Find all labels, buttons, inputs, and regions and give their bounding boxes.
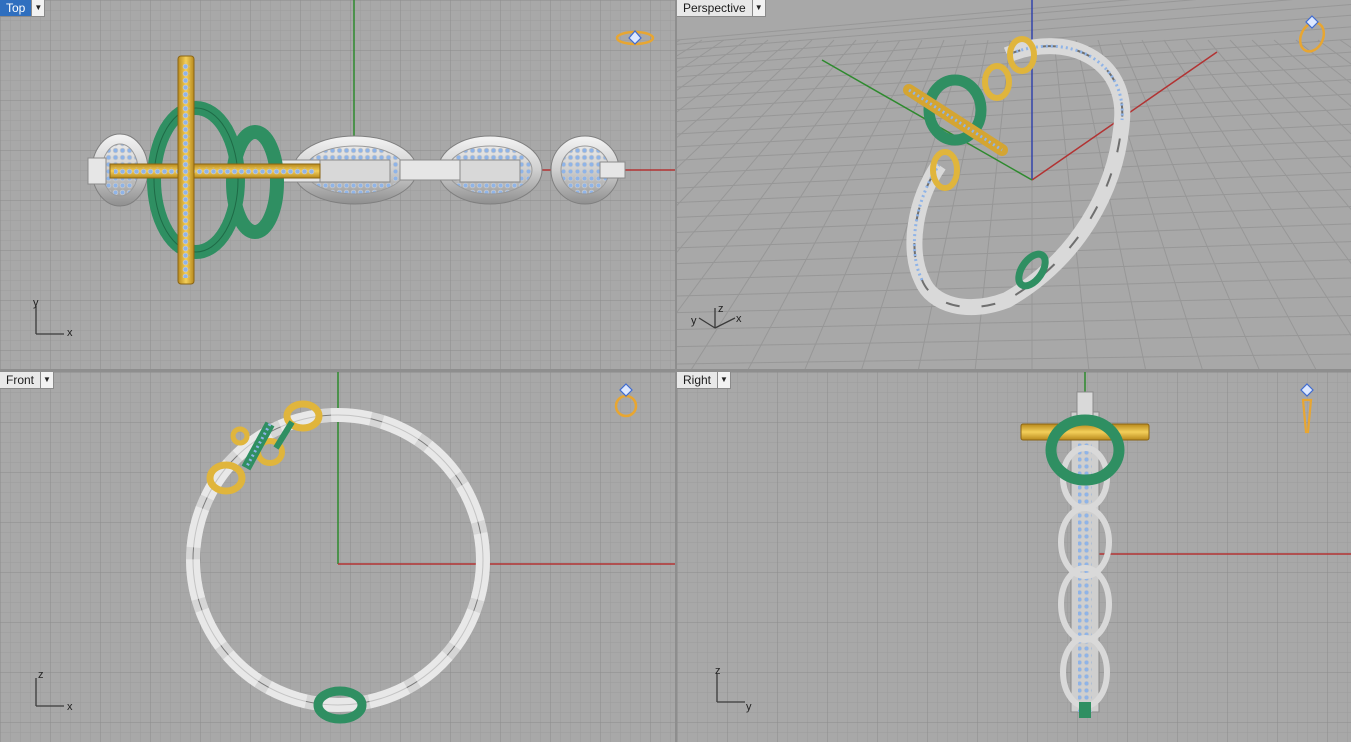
right-view-canvas[interactable]: y z — [677, 372, 1351, 742]
axis-label-x: x — [736, 313, 742, 325]
axis-label-y: y — [33, 297, 39, 309]
viewport-title-right[interactable]: Right ▼ — [677, 372, 732, 389]
axis-label-z: z — [715, 665, 721, 677]
viewport-top[interactable]: x y Top ▼ — [0, 0, 675, 369]
dropdown-arrow-icon[interactable]: ▼ — [31, 0, 45, 16]
front-view-canvas[interactable]: x z — [0, 372, 675, 742]
viewport-title-label[interactable]: Perspective — [677, 0, 752, 16]
axis-label-x: x — [67, 701, 73, 713]
viewport-title-top[interactable]: Top ▼ — [0, 0, 46, 17]
dropdown-arrow-icon[interactable]: ▼ — [717, 372, 731, 388]
viewport-front[interactable]: x z Front ▼ — [0, 372, 675, 742]
grid — [677, 372, 1351, 742]
viewport-title-label[interactable]: Right — [677, 372, 717, 388]
dropdown-arrow-icon[interactable]: ▼ — [751, 0, 765, 16]
axis-label-y: y — [691, 315, 697, 327]
axis-label-x: x — [67, 327, 73, 339]
viewport-right[interactable]: y z Right ▼ — [677, 372, 1351, 742]
dropdown-arrow-icon[interactable]: ▼ — [40, 372, 54, 388]
viewport-title-label[interactable]: Top — [0, 0, 31, 16]
axis-label-z: z — [718, 303, 724, 315]
viewport-title-front[interactable]: Front ▼ — [0, 372, 55, 389]
axis-label-z: z — [38, 669, 44, 681]
perspective-view-canvas[interactable]: x y z — [677, 0, 1351, 369]
viewport-title-perspective[interactable]: Perspective ▼ — [677, 0, 766, 17]
viewport-title-label[interactable]: Front — [0, 372, 40, 388]
axis-label-y: y — [746, 701, 752, 713]
viewport-perspective[interactable]: x y z Perspective ▼ — [677, 0, 1351, 369]
top-view-canvas[interactable]: x y — [0, 0, 675, 369]
